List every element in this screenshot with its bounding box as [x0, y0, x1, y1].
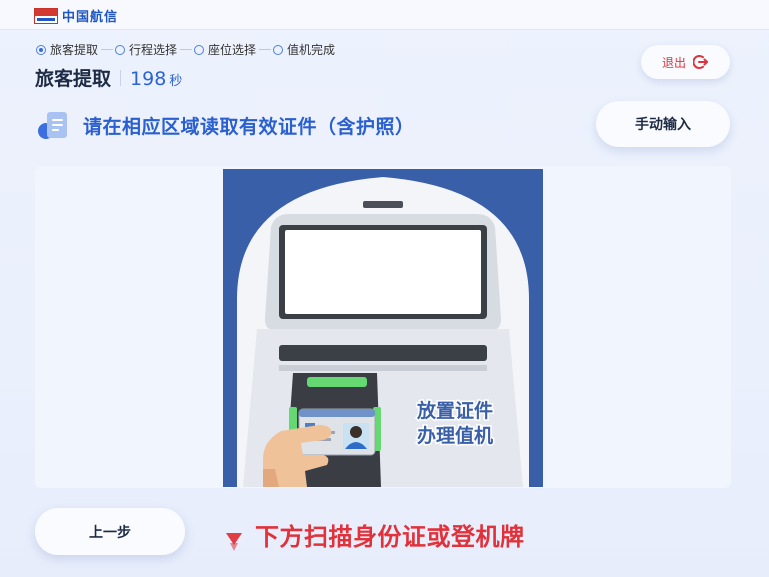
step-seat-selection: 座位选择 [194, 41, 256, 58]
countdown-timer: 198 [130, 68, 167, 90]
step-itinerary-selection: 行程选择 [115, 41, 177, 58]
step-checkin-complete: 值机完成 [273, 41, 335, 58]
step-active-dot-icon [36, 44, 46, 55]
logout-icon [693, 55, 708, 69]
step-dot-icon [115, 44, 126, 55]
travelsky-logo-icon [34, 7, 58, 24]
step-label: 座位选择 [208, 43, 257, 57]
brand-name: 中国航信 [62, 10, 119, 25]
document-icon [38, 112, 67, 139]
manual-input-button[interactable]: 手动输入 [596, 101, 730, 147]
step-label: 值机完成 [287, 43, 336, 57]
page-title: 旅客提取 [35, 68, 112, 90]
countdown-unit: 秒 [169, 74, 183, 89]
kiosk-scanner-illustration: 放置证件 办理值机 [223, 169, 543, 487]
top-bar: 中国航信 [0, 0, 769, 30]
illustration-caption-line2: 办理值机 [417, 424, 493, 447]
back-button[interactable]: 上一步 [35, 508, 185, 555]
exit-button[interactable]: 退出 [641, 45, 730, 79]
arrow-down-icon [226, 533, 242, 551]
step-dot-icon [194, 44, 205, 55]
progress-steps: 旅客提取 行程选择 座位选择 值机完成 [36, 41, 335, 58]
title-divider [120, 69, 122, 86]
exit-label: 退出 [661, 55, 686, 70]
back-label: 上一步 [89, 524, 131, 541]
step-dot-icon [273, 44, 284, 55]
step-passenger-retrieval: 旅客提取 [36, 41, 98, 58]
step-label: 行程选择 [129, 43, 178, 57]
step-separator [101, 49, 114, 50]
instruction-text: 请在相应区域读取有效证件（含护照） [83, 116, 415, 138]
page-header: 旅客提取 198 秒 [35, 64, 182, 91]
brand-logo: 中国航信 [34, 6, 118, 25]
scan-hint-text: 下方扫描身份证或登机牌 [255, 523, 525, 551]
manual-input-label: 手动输入 [635, 117, 691, 133]
illustration-caption-line1: 放置证件 [416, 399, 493, 422]
step-label: 旅客提取 [50, 43, 99, 57]
step-separator [259, 49, 272, 50]
step-separator [180, 49, 193, 50]
